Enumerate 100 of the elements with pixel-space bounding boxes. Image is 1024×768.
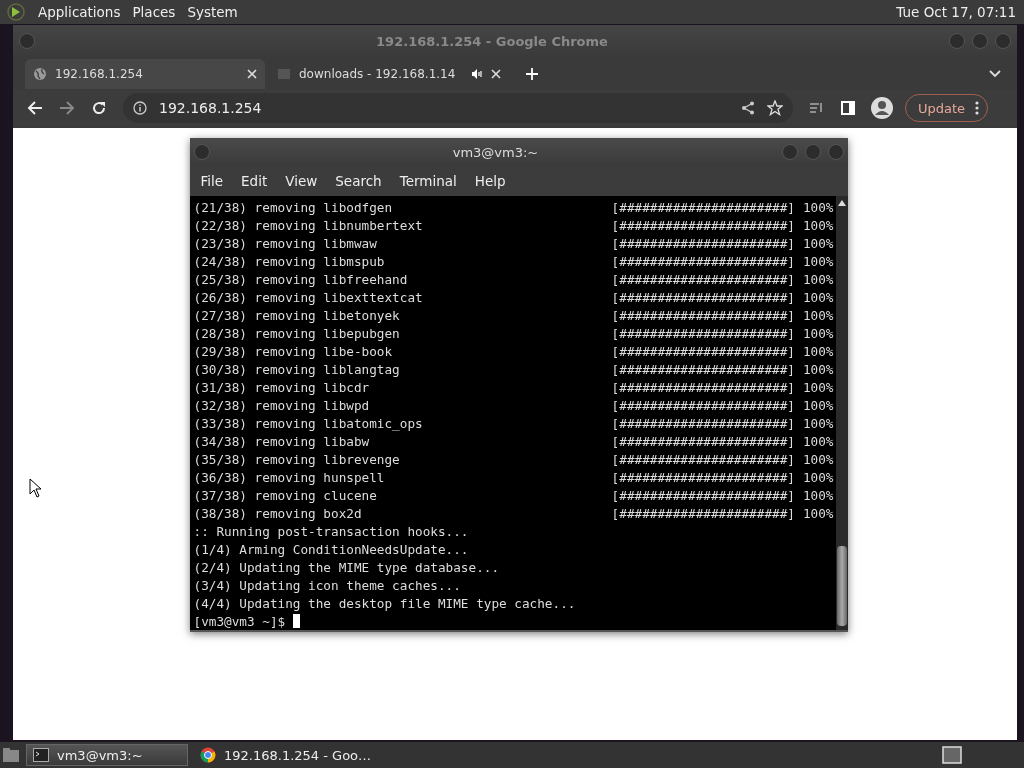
panel-menu[interactable]: Places xyxy=(132,4,176,20)
progress-bar-text: [######################] xyxy=(611,235,795,251)
menu-item[interactable]: Help xyxy=(465,173,515,189)
taskbar-item[interactable]: 192.168.1.254 - Goo… xyxy=(194,744,378,766)
new-tab-icon[interactable] xyxy=(525,66,539,81)
forward-icon[interactable] xyxy=(59,100,75,116)
percent-text: 100% xyxy=(802,505,834,521)
taskbar-item[interactable]: vm3@vm3:~ xyxy=(26,744,188,766)
star-icon[interactable] xyxy=(767,100,783,116)
url-text: 192.168.1.254 xyxy=(159,100,262,116)
percent-text: 100% xyxy=(802,199,834,215)
menu-item[interactable]: View xyxy=(276,173,327,189)
percent-text: 100% xyxy=(802,379,834,395)
terminal-line: (1/4) Arming ConditionNeedsUpdate... xyxy=(193,541,469,557)
percent-text: 100% xyxy=(802,451,834,467)
terminal-line: (31/38) removing libcdr xyxy=(193,379,370,395)
avatar-icon[interactable] xyxy=(871,97,893,119)
folder-icon xyxy=(277,66,291,81)
terminal-line: (4/4) Updating the desktop file MIME type cache... xyxy=(193,595,576,611)
percent-text: 100% xyxy=(802,343,834,359)
percent-text: 100% xyxy=(802,487,834,503)
panel-menu[interactable]: System xyxy=(187,4,238,20)
chevron-down-icon[interactable] xyxy=(989,69,1001,78)
percent-text: 100% xyxy=(802,361,834,377)
percent-text: 100% xyxy=(802,253,834,269)
percent-text: 100% xyxy=(802,325,834,341)
terminal-line: (24/38) removing libmspub xyxy=(193,253,385,269)
text-cursor xyxy=(293,614,301,628)
menu-item[interactable]: Search xyxy=(326,173,391,189)
menu-item[interactable]: Terminal xyxy=(390,173,466,189)
terminal-line: (26/38) removing libexttextcat xyxy=(193,289,423,305)
scrollbar[interactable] xyxy=(835,196,848,630)
panel-menu[interactable]: Applications xyxy=(38,4,121,20)
browser-tab[interactable]: downloads - 192.168.1.14 xyxy=(269,58,509,89)
terminal-line: (23/38) removing libmwaw xyxy=(193,235,377,251)
share-icon[interactable] xyxy=(741,101,755,115)
terminal-line: (38/38) removing box2d xyxy=(193,505,362,521)
close-icon[interactable] xyxy=(247,68,257,79)
progress-bar-text: [######################] xyxy=(611,487,795,503)
progress-bar-text: [######################] xyxy=(611,289,795,305)
percent-text: 100% xyxy=(802,235,834,251)
terminal-line: (35/38) removing librevenge xyxy=(193,451,400,467)
terminal-icon xyxy=(33,748,49,762)
terminal-line: (3/4) Updating icon theme caches... xyxy=(193,577,461,593)
browser-tab[interactable]: 192.168.1.254 xyxy=(25,58,265,89)
scroll-up-icon[interactable] xyxy=(837,200,846,206)
terminal-line: (29/38) removing libe-book xyxy=(193,343,393,359)
percent-text: 100% xyxy=(802,307,834,323)
progress-bar-text: [######################] xyxy=(611,469,795,485)
progress-bar-text: [######################] xyxy=(611,325,795,341)
progress-bar-text: [######################] xyxy=(611,505,795,521)
clock[interactable]: Tue Oct 17, 07:11 xyxy=(896,4,1016,20)
terminal-line: (21/38) removing libodfgen xyxy=(193,199,393,215)
address-bar[interactable]: 192.168.1.254 xyxy=(123,93,793,123)
workspace-icon[interactable] xyxy=(942,746,962,764)
progress-bar-text: [######################] xyxy=(611,379,795,395)
progress-bar-text: [######################] xyxy=(611,253,795,269)
menu-item[interactable]: Edit xyxy=(232,173,277,189)
terminal-line: (25/38) removing libfreehand xyxy=(193,271,408,287)
progress-bar-text: [######################] xyxy=(611,271,795,287)
mouse-pointer-icon xyxy=(29,478,42,498)
scrollbar-thumb[interactable] xyxy=(836,546,847,626)
terminal-line: (37/38) removing clucene xyxy=(193,487,377,503)
reload-icon[interactable] xyxy=(91,100,107,116)
percent-text: 100% xyxy=(802,289,834,305)
progress-bar-text: [######################] xyxy=(611,451,795,467)
progress-bar-text: [######################] xyxy=(611,343,795,359)
window-title: 192.168.1.254 - Google Chrome xyxy=(375,33,609,49)
update-button[interactable]: Update xyxy=(905,94,989,122)
more-icon[interactable] xyxy=(975,101,980,115)
progress-bar-text: [######################] xyxy=(611,199,795,215)
terminal-line: (34/38) removing libabw xyxy=(193,433,370,449)
progress-bar-text: [######################] xyxy=(611,307,795,323)
percent-text: 100% xyxy=(802,271,834,287)
menu-item[interactable]: File xyxy=(191,173,233,189)
terminal-line: :: Running post-transaction hooks... xyxy=(193,523,469,539)
terminal-line: (33/38) removing libatomic_ops xyxy=(193,415,423,431)
terminal-line: (27/38) removing libetonyek xyxy=(193,307,400,323)
progress-bar-text: [######################] xyxy=(611,397,795,413)
percent-text: 100% xyxy=(802,433,834,449)
media-icon[interactable] xyxy=(809,101,825,115)
terminal-line: (22/38) removing libnumbertext xyxy=(193,217,423,233)
side-panel-icon[interactable] xyxy=(841,101,855,115)
terminal-line: (2/4) Updating the MIME type database... xyxy=(193,559,500,575)
progress-bar-text: [######################] xyxy=(611,361,795,377)
progress-bar-text: [######################] xyxy=(611,415,795,431)
shell-prompt: [vm3@vm3 ~]$ xyxy=(193,613,286,629)
close-icon[interactable] xyxy=(491,68,501,79)
show-desktop-icon[interactable] xyxy=(2,747,20,763)
percent-text: 100% xyxy=(802,397,834,413)
percent-text: 100% xyxy=(802,217,834,233)
percent-text: 100% xyxy=(802,415,834,431)
logo-icon[interactable] xyxy=(6,2,26,22)
speaker-icon[interactable] xyxy=(471,67,483,80)
window-title: vm3@vm3:~ xyxy=(451,144,540,160)
chrome-icon xyxy=(200,747,216,763)
terminal-line: (28/38) removing libepubgen xyxy=(193,325,400,341)
terminal-line: (36/38) removing hunspell xyxy=(193,469,385,485)
back-icon[interactable] xyxy=(27,100,43,116)
terminal-line: (32/38) removing libwpd xyxy=(193,397,370,413)
